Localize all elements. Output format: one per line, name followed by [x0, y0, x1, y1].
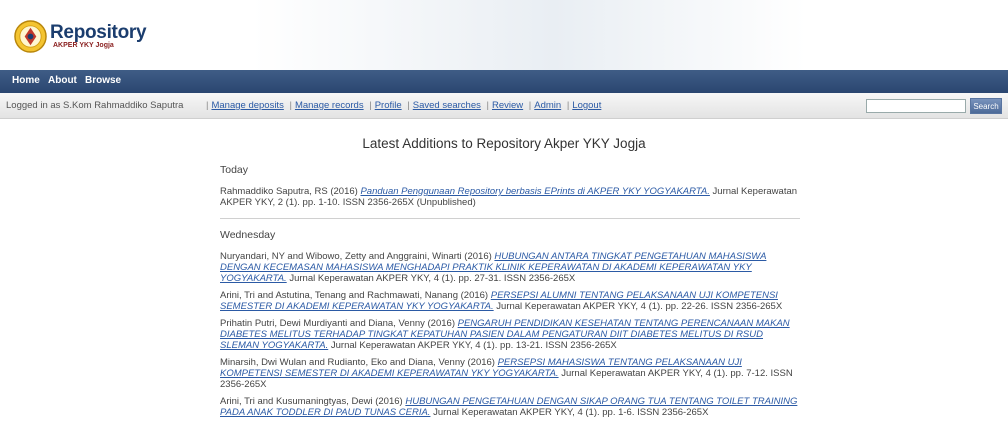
day-heading: Wednesday	[220, 229, 276, 241]
review-link[interactable]: Review	[492, 100, 523, 111]
logout-link[interactable]: Logout	[572, 100, 601, 111]
manage-records-link[interactable]: Manage records	[295, 100, 364, 111]
item-authors: Arini, Tri and Kusumaningtyas, Dewi (201…	[220, 396, 403, 407]
latest-additions: Today Rahmaddiko Saputra, RS (2016) Pand…	[220, 160, 800, 424]
list-item: Arini, Tri and Kusumaningtyas, Dewi (201…	[220, 396, 800, 418]
admin-link[interactable]: Admin	[534, 100, 561, 111]
day-heading: Today	[220, 164, 249, 176]
main-menu: Home About Browse	[0, 70, 1008, 93]
page-title: Latest Additions to Repository Akper YKY…	[362, 136, 646, 151]
list-item: Nuryandari, NY and Wibowo, Zetty and Ang…	[220, 251, 800, 284]
repository-logo-icon[interactable]	[14, 20, 47, 53]
manage-deposits-link[interactable]: Manage deposits	[211, 100, 283, 111]
site-header: Repository AKPER YKY Jogja	[0, 0, 1008, 70]
item-citation: Jurnal Keperawatan AKPER YKY, 4 (1). pp.…	[496, 301, 783, 312]
profile-link[interactable]: Profile	[375, 100, 402, 111]
list-item: Minarsih, Dwi Wulan and Rudianto, Eko an…	[220, 357, 800, 390]
list-item: Rahmaddiko Saputra, RS (2016) Panduan Pe…	[220, 186, 800, 208]
menu-home-link[interactable]: Home	[12, 75, 40, 86]
item-authors: Rahmaddiko Saputra, RS (2016)	[220, 186, 358, 197]
user-toolbar: Logged in as S.Kom Rahmaddiko Saputra | M…	[0, 93, 1008, 119]
item-citation: Jurnal Keperawatan AKPER YKY, 4 (1). pp.…	[330, 340, 617, 351]
saved-searches-link[interactable]: Saved searches	[413, 100, 481, 111]
logged-in-text: Logged in as S.Kom Rahmaddiko Saputra	[6, 100, 184, 111]
site-subtitle: AKPER YKY Jogja	[53, 42, 114, 49]
item-authors: Nuryandari, NY and Wibowo, Zetty and Ang…	[220, 251, 492, 262]
site-title[interactable]: Repository	[50, 22, 147, 44]
menu-about-link[interactable]: About	[48, 75, 77, 86]
search-input[interactable]	[866, 99, 966, 113]
list-item: Prihatin Putri, Dewi Murdiyanti and Dian…	[220, 318, 800, 351]
user-links: | Manage deposits | Manage records | Profil…	[206, 100, 602, 111]
item-authors: Arini, Tri and Astutina, Tenang and Rach…	[220, 290, 489, 301]
item-title-link[interactable]: Panduan Penggunaan Repository berbasis E…	[360, 186, 709, 197]
item-authors: Minarsih, Dwi Wulan and Rudianto, Eko an…	[220, 357, 495, 368]
item-authors: Prihatin Putri, Dewi Murdiyanti and Dian…	[220, 318, 455, 329]
menu-browse-link[interactable]: Browse	[85, 75, 121, 86]
search-button[interactable]: Search	[970, 98, 1002, 114]
item-citation: Jurnal Keperawatan AKPER YKY, 4 (1). pp.…	[433, 407, 709, 418]
list-item: Arini, Tri and Astutina, Tenang and Rach…	[220, 290, 800, 312]
item-citation: Jurnal Keperawatan AKPER YKY, 4 (1). pp.…	[289, 273, 576, 284]
section-divider	[220, 218, 800, 219]
